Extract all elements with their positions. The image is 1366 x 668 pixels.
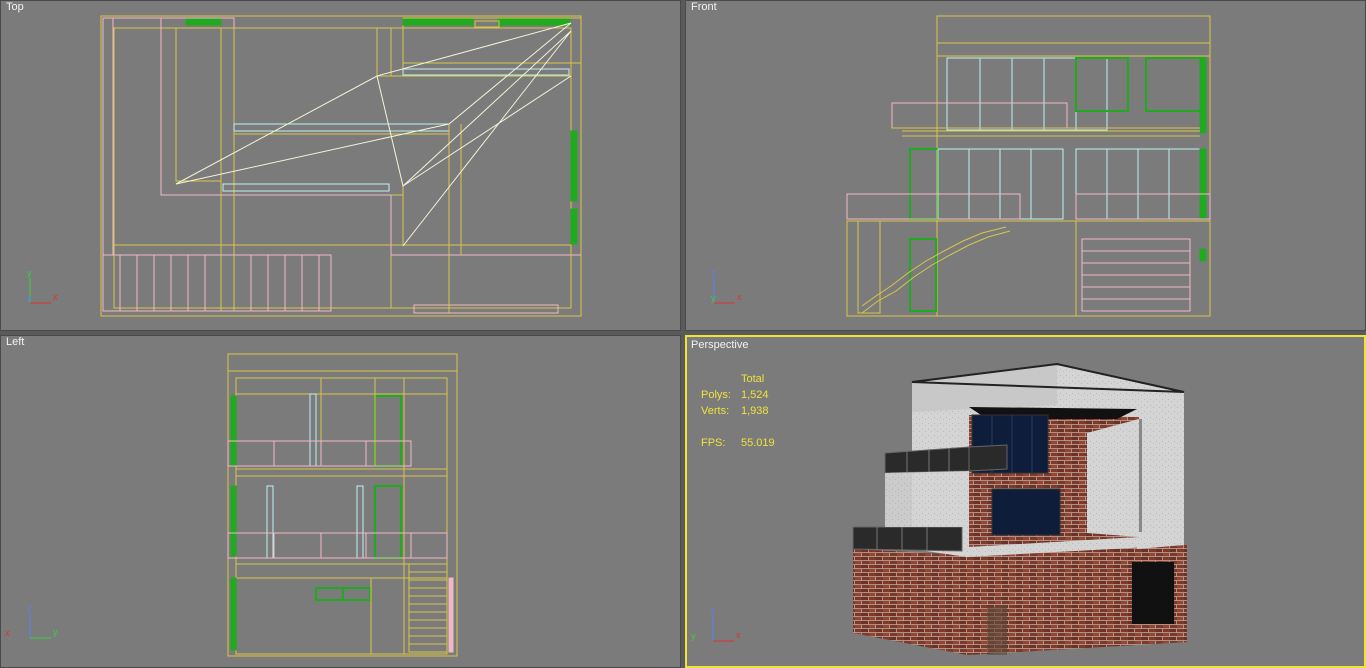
front-view-wireframe: z x y — [711, 15, 1211, 317]
axis-label-left-a: z — [27, 603, 32, 613]
axis-label-top-a: y — [27, 268, 32, 278]
axis-gizmo-left — [29, 613, 51, 639]
left-view-wireframe: z y x — [5, 353, 458, 657]
top-view-wireframe: y x z — [27, 15, 582, 317]
axis-label-front-a: z — [711, 268, 716, 278]
axis-label-left-b: y — [53, 627, 58, 637]
axis-label-front-b: x — [737, 292, 742, 302]
perspective-viewport[interactable]: Perspective Total Polys: 1,524 Verts: 1,… — [685, 335, 1366, 668]
axis-label-top-b: x — [53, 292, 58, 302]
axis-gizmo-top — [29, 278, 51, 304]
axis-label-front-c: y — [711, 293, 716, 303]
axis-label-top-c: z — [27, 293, 32, 303]
front-viewport[interactable]: Front z x y — [685, 0, 1366, 331]
left-viewport[interactable]: Left z y x — [0, 335, 681, 668]
perspective-render-house — [852, 362, 1187, 655]
axis-label-left-c: x — [5, 628, 10, 638]
top-viewport[interactable]: Top y x z — [0, 0, 681, 331]
axis-gizmo-front — [713, 278, 735, 304]
